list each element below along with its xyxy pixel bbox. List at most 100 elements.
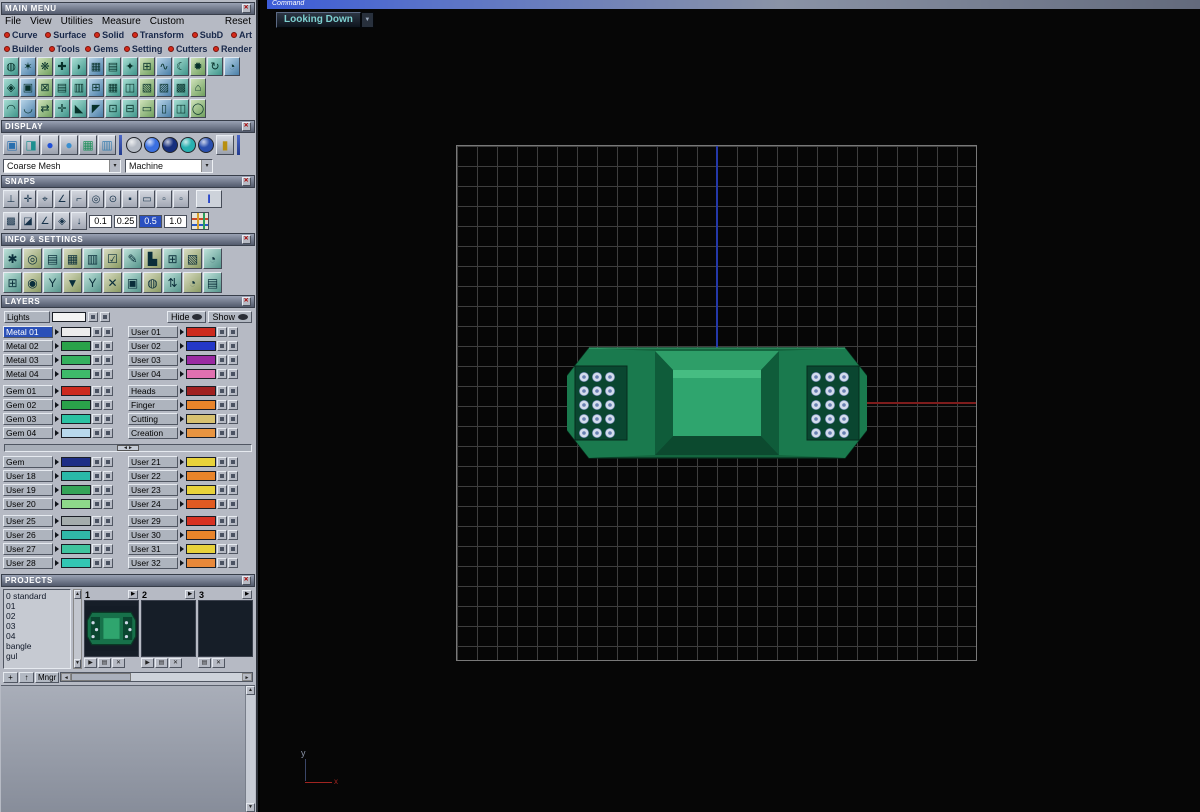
tool-icon[interactable]: ⌂: [190, 78, 206, 97]
layer-option-button[interactable]: [92, 386, 102, 396]
layer-lock-button[interactable]: [228, 544, 238, 554]
layer-name-button[interactable]: User 18: [3, 470, 53, 482]
expand-triangle-icon[interactable]: [55, 329, 59, 335]
project-file-item[interactable]: bangle: [6, 641, 68, 651]
info-tool-icon[interactable]: ◔: [183, 271, 202, 293]
expand-triangle-icon[interactable]: [55, 473, 59, 479]
layer-lock-button[interactable]: [103, 386, 113, 396]
expand-triangle-icon[interactable]: [180, 416, 184, 422]
info-tool-icon[interactable]: Y: [43, 271, 62, 293]
layer-color-swatch[interactable]: [61, 400, 91, 410]
layer-option-button[interactable]: [92, 414, 102, 424]
layer-color-swatch[interactable]: [61, 530, 91, 540]
material-sphere-icon[interactable]: [180, 137, 196, 153]
snap-value-field[interactable]: 0.25: [114, 214, 137, 228]
layer-name-button[interactable]: Gem 03: [3, 413, 53, 425]
tool-icon[interactable]: ▤: [105, 57, 121, 76]
layer-name-button[interactable]: Heads: [128, 385, 178, 397]
layer-option-button[interactable]: [217, 558, 227, 568]
layer-name-button[interactable]: User 01: [128, 326, 178, 338]
layer-name-button[interactable]: User 27: [3, 543, 53, 555]
layer-color-swatch[interactable]: [186, 499, 216, 509]
scroll-up-icon[interactable]: ▲: [74, 590, 81, 599]
slot-load-button[interactable]: ▶: [84, 658, 97, 668]
tool-icon[interactable]: ◗: [71, 57, 87, 76]
info-tool-icon[interactable]: ✎: [123, 247, 142, 269]
layer-lock-button[interactable]: [103, 558, 113, 568]
layer-color-swatch[interactable]: [61, 369, 91, 379]
slot-play-icon[interactable]: ▶: [242, 590, 252, 599]
category-tab[interactable]: Curve: [4, 30, 38, 40]
project-file-item[interactable]: 02: [6, 611, 68, 621]
category-tab[interactable]: Cutters: [168, 44, 208, 54]
layer-color-swatch[interactable]: [61, 327, 91, 337]
layer-color-swatch[interactable]: [186, 341, 216, 351]
close-icon[interactable]: ✕: [242, 297, 251, 306]
expand-triangle-icon[interactable]: [55, 357, 59, 363]
lights-option-button[interactable]: [88, 311, 98, 322]
project-file-list[interactable]: 0 standard 01 02 03 04 bangle gul: [3, 589, 71, 669]
display-mode-icon[interactable]: ▣: [3, 135, 21, 155]
category-tab[interactable]: Surface: [45, 30, 86, 40]
layer-option-button[interactable]: [92, 471, 102, 481]
category-tab[interactable]: Tools: [49, 44, 80, 54]
info-tool-icon[interactable]: ◎: [23, 247, 42, 269]
layer-name-button[interactable]: Gem 01: [3, 385, 53, 397]
expand-triangle-icon[interactable]: [180, 329, 184, 335]
layer-option-button[interactable]: [217, 327, 227, 337]
expand-triangle-icon[interactable]: [55, 518, 59, 524]
layer-name-button[interactable]: User 03: [128, 354, 178, 366]
layer-lock-button[interactable]: [228, 414, 238, 424]
tool-icon[interactable]: ▭: [139, 99, 155, 118]
slot-delete-button[interactable]: ✕: [169, 658, 182, 668]
info-tool-icon[interactable]: ▤: [43, 247, 62, 269]
info-tool-icon[interactable]: ▣: [123, 271, 142, 293]
tool-icon[interactable]: ⊟: [122, 99, 138, 118]
project-list-scrollbar[interactable]: ▲ ▼: [73, 589, 82, 669]
layer-lock-button[interactable]: [103, 530, 113, 540]
slot-save-button[interactable]: ▤: [155, 658, 168, 668]
snap-icon[interactable]: ▭: [139, 190, 155, 208]
layer-lock-button[interactable]: [103, 544, 113, 554]
layer-option-button[interactable]: [92, 499, 102, 509]
layer-name-button[interactable]: User 29: [128, 515, 178, 527]
menu-item[interactable]: Measure: [102, 16, 141, 27]
material-sphere-icon[interactable]: [144, 137, 160, 153]
layer-name-button[interactable]: Metal 03: [3, 354, 53, 366]
tool-icon[interactable]: ✛: [54, 99, 70, 118]
tool-icon[interactable]: ⊞: [139, 57, 155, 76]
tool-icon[interactable]: ▯: [156, 99, 172, 118]
layer-name-button[interactable]: User 24: [128, 498, 178, 510]
layer-color-swatch[interactable]: [61, 341, 91, 351]
tool-icon[interactable]: ▤: [54, 78, 70, 97]
project-file-item[interactable]: 0 standard: [6, 591, 68, 601]
layers-scrollbar[interactable]: ◄►: [4, 444, 252, 452]
snap-icon[interactable]: ✛: [20, 190, 36, 208]
expand-triangle-icon[interactable]: [180, 560, 184, 566]
layer-name-button[interactable]: User 19: [3, 484, 53, 496]
slot-play-icon[interactable]: ▶: [185, 590, 195, 599]
expand-triangle-icon[interactable]: [55, 430, 59, 436]
layer-option-button[interactable]: [92, 485, 102, 495]
mesh-quality-select[interactable]: Coarse Mesh ▾: [3, 158, 121, 173]
scroll-down-icon[interactable]: ▼: [74, 659, 81, 668]
expand-triangle-icon[interactable]: [180, 402, 184, 408]
snap-icon[interactable]: ◎: [88, 190, 104, 208]
snap-icon[interactable]: ∠: [37, 212, 53, 230]
category-tab[interactable]: Builder: [4, 44, 43, 54]
scroll-thumb[interactable]: [71, 673, 132, 681]
lights-label[interactable]: Lights: [4, 310, 50, 323]
scroll-up-icon[interactable]: ▲: [246, 686, 255, 695]
layer-color-swatch[interactable]: [186, 386, 216, 396]
layer-lock-button[interactable]: [103, 400, 113, 410]
layer-option-button[interactable]: [217, 471, 227, 481]
layer-name-button[interactable]: User 22: [128, 470, 178, 482]
layer-lock-button[interactable]: [228, 327, 238, 337]
tool-icon[interactable]: ✚: [54, 57, 70, 76]
layer-lock-button[interactable]: [228, 485, 238, 495]
layer-color-swatch[interactable]: [61, 355, 91, 365]
layer-name-button[interactable]: Metal 01: [3, 326, 53, 338]
expand-triangle-icon[interactable]: [55, 416, 59, 422]
project-file-item[interactable]: gul: [6, 651, 68, 661]
tool-icon[interactable]: ▦: [105, 78, 121, 97]
